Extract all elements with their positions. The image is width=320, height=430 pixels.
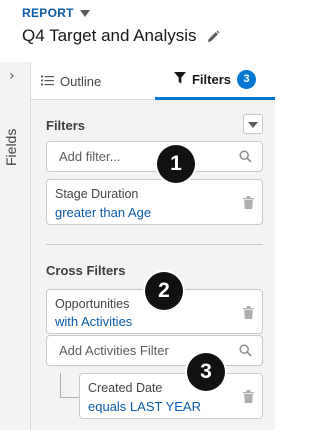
funnel-icon bbox=[173, 72, 186, 87]
report-type-switcher[interactable]: REPORT bbox=[22, 6, 90, 20]
filter-item-stage-duration[interactable]: Stage Duration greater than Age bbox=[46, 179, 263, 225]
cross-filters-section-title: Cross Filters bbox=[46, 263, 126, 278]
trash-icon[interactable] bbox=[243, 196, 254, 214]
filters-panel: Outline Filters 3 Filters Stage Duration… bbox=[31, 62, 275, 430]
callout-badge-2: 2 bbox=[145, 272, 183, 310]
tab-filters[interactable]: Filters 3 bbox=[155, 62, 275, 100]
report-label[interactable]: REPORT bbox=[22, 6, 74, 20]
callout-badge-3: 3 bbox=[187, 353, 225, 391]
search-icon bbox=[239, 150, 252, 168]
panel-tabs: Outline Filters 3 bbox=[31, 62, 275, 100]
filter-field-label: Stage Duration bbox=[55, 187, 139, 201]
add-activities-filter-search[interactable] bbox=[46, 335, 263, 366]
subfilter-field-label: Created Date bbox=[88, 381, 163, 395]
filters-options-button[interactable] bbox=[243, 114, 263, 134]
list-icon bbox=[41, 74, 54, 89]
page-title: Q4 Target and Analysis bbox=[22, 26, 197, 45]
fields-panel-toggle[interactable]: › Fields bbox=[0, 62, 31, 430]
subfilter-item-created-date[interactable]: Created Date equals LAST YEAR bbox=[79, 373, 263, 419]
callout-badge-1: 1 bbox=[157, 145, 195, 183]
tab-outline-label: Outline bbox=[60, 73, 102, 89]
add-filter-search[interactable] bbox=[46, 141, 263, 172]
chevron-down-icon bbox=[248, 122, 258, 128]
tab-filters-label: Filters bbox=[191, 72, 231, 87]
search-icon bbox=[239, 344, 252, 362]
subfilter-value-link[interactable]: equals LAST YEAR bbox=[88, 399, 201, 414]
cross-filter-condition-link[interactable]: with Activities bbox=[55, 314, 132, 329]
pencil-icon[interactable] bbox=[207, 29, 220, 43]
trash-icon[interactable] bbox=[243, 390, 254, 408]
tab-outline[interactable]: Outline bbox=[41, 62, 101, 100]
chevron-right-icon[interactable]: › bbox=[9, 68, 15, 84]
caret-down-icon[interactable] bbox=[79, 10, 90, 17]
trash-icon[interactable] bbox=[243, 306, 254, 324]
subfilter-connector-line bbox=[60, 373, 79, 398]
report-header: REPORT Q4 Target and Analysis bbox=[0, 0, 275, 60]
fields-label[interactable]: Fields bbox=[3, 129, 19, 166]
filter-value-link[interactable]: greater than Age bbox=[55, 205, 151, 220]
add-filter-input[interactable] bbox=[47, 142, 237, 171]
section-divider bbox=[46, 244, 263, 245]
filter-count-badge: 3 bbox=[237, 70, 256, 89]
filters-section-title: Filters bbox=[46, 118, 86, 133]
cross-filter-object-label: Opportunities bbox=[55, 297, 130, 311]
